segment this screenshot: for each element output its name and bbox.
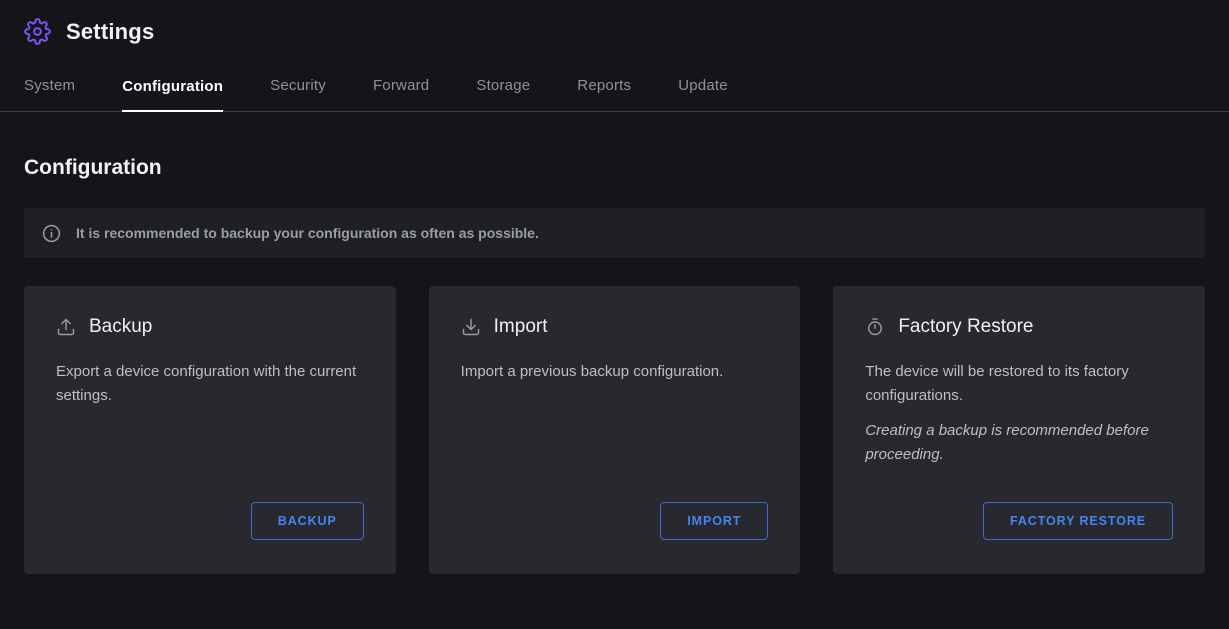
page-header: Settings bbox=[0, 0, 1229, 45]
factory-restore-card-header: Factory Restore bbox=[865, 316, 1173, 338]
import-card-title: Import bbox=[494, 316, 548, 338]
import-card: Import Import a previous backup configur… bbox=[429, 286, 801, 574]
tab-security[interactable]: Security bbox=[270, 77, 326, 111]
tab-update[interactable]: Update bbox=[678, 77, 728, 111]
settings-tab-bar: System Configuration Security Forward St… bbox=[0, 77, 1229, 112]
info-icon bbox=[41, 223, 62, 244]
restore-icon bbox=[865, 317, 885, 337]
backup-card-description: Export a device configuration with the c… bbox=[56, 360, 364, 407]
export-icon bbox=[56, 317, 76, 337]
import-icon bbox=[461, 317, 481, 337]
factory-restore-card: Factory Restore The device will be resto… bbox=[833, 286, 1205, 574]
import-card-header: Import bbox=[461, 316, 769, 338]
tab-forward[interactable]: Forward bbox=[373, 77, 429, 111]
info-banner-text: It is recommended to backup your configu… bbox=[76, 225, 539, 241]
backup-card-title: Backup bbox=[89, 316, 152, 338]
tab-system[interactable]: System bbox=[24, 77, 75, 111]
section-heading: Configuration bbox=[24, 156, 1205, 180]
import-card-description: Import a previous backup configuration. bbox=[461, 360, 769, 384]
tab-reports[interactable]: Reports bbox=[577, 77, 631, 111]
factory-restore-card-title: Factory Restore bbox=[898, 316, 1033, 338]
tab-configuration[interactable]: Configuration bbox=[122, 77, 223, 112]
factory-restore-button[interactable]: FACTORY RESTORE bbox=[983, 502, 1173, 540]
factory-restore-card-note: Creating a backup is recommended before … bbox=[865, 419, 1173, 466]
import-button[interactable]: IMPORT bbox=[660, 502, 768, 540]
backup-card: Backup Export a device configuration wit… bbox=[24, 286, 396, 574]
tab-storage[interactable]: Storage bbox=[476, 77, 530, 111]
page-title: Settings bbox=[66, 19, 154, 45]
configuration-cards: Backup Export a device configuration wit… bbox=[24, 286, 1205, 574]
backup-button[interactable]: BACKUP bbox=[251, 502, 364, 540]
backup-card-header: Backup bbox=[56, 316, 364, 338]
factory-restore-card-description: The device will be restored to its facto… bbox=[865, 360, 1173, 407]
settings-gear-icon bbox=[24, 18, 51, 45]
info-banner: It is recommended to backup your configu… bbox=[24, 208, 1205, 258]
